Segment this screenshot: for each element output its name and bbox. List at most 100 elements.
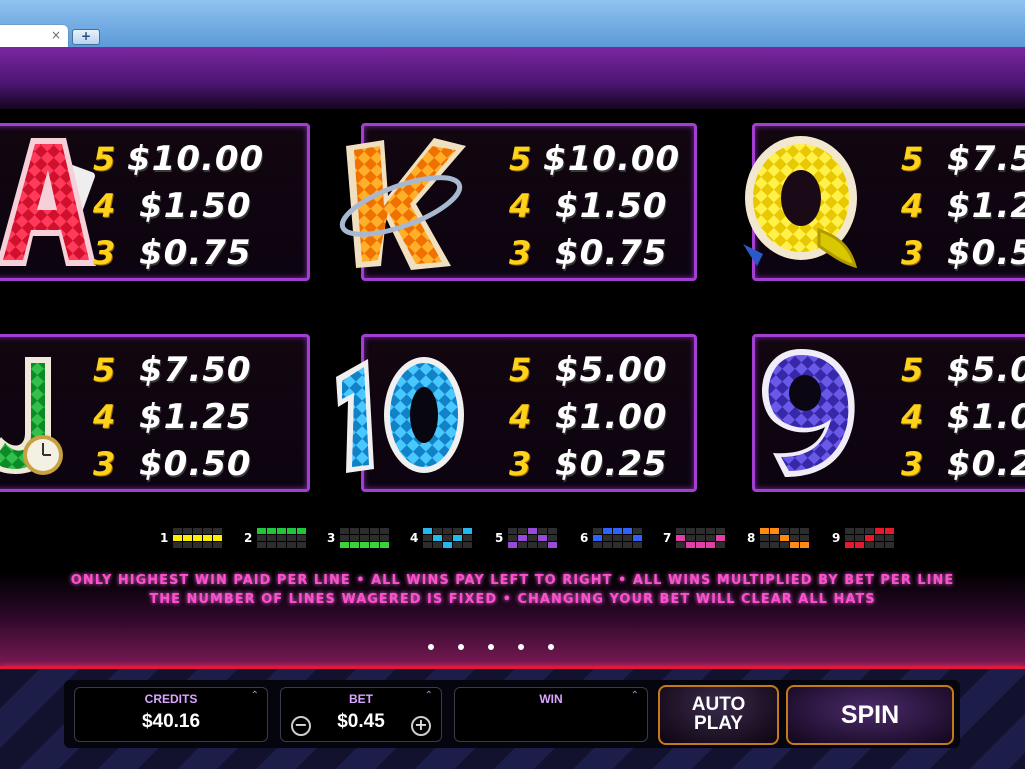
payline-number: 1 [160,531,169,545]
ten-symbol-icon [336,357,464,473]
close-tab-icon[interactable]: × [51,28,61,42]
page-dot[interactable] [548,644,554,650]
payline-cell [183,542,193,548]
payline-9: 9 [832,527,895,549]
match-count: 3 [901,234,924,272]
payline-cell [633,542,643,548]
payline-cell [360,542,370,548]
payline-cell [686,542,696,548]
autoplay-button[interactable]: AUTO PLAY [658,685,779,745]
payline-5: 5 [495,527,558,549]
payout-value: $1.2 [947,186,1025,226]
payout-value: $0.5 [947,233,1025,273]
payline-cell [443,528,453,534]
bet-label: BET [349,692,373,706]
payline-cell [277,535,287,541]
match-count: 5 [509,140,532,178]
payline-cell [633,535,643,541]
payline-cell [257,528,267,534]
payline-cell [433,542,443,548]
credits-value: $40.16 [141,711,201,732]
payline-cell [183,535,193,541]
payline-cell [340,542,350,548]
payline-cell [706,528,716,534]
spin-button[interactable]: SPIN [786,685,954,745]
payline-pattern [257,528,307,548]
expand-icon[interactable]: ⌃ [631,690,639,701]
payline-cell [885,542,895,548]
payline-number: 5 [495,531,504,545]
payline-cell [350,535,360,541]
match-count: 3 [93,234,116,272]
expand-icon[interactable]: ⌃ [425,690,433,701]
payline-cell [528,542,538,548]
payline-cell [370,528,380,534]
expand-icon[interactable]: ⌃ [251,690,259,701]
payline-cell [297,528,307,534]
payline-cell [267,542,277,548]
payline-2: 2 [244,527,307,549]
payout-value: $7.5 [947,139,1025,179]
page-dot[interactable] [518,644,524,650]
payout-value: $0.50 [139,444,252,484]
payline-cell [277,542,287,548]
browser-tab[interactable]: × [0,25,68,47]
page-dot[interactable] [488,644,494,650]
page-dot[interactable] [428,644,434,650]
pay-row: 3 $0.75 [509,233,668,273]
payline-cell [277,528,287,534]
payline-cell [518,528,528,534]
payline-number: 9 [832,531,841,545]
payline-pattern [508,528,558,548]
payline-cell [360,528,370,534]
match-count: 4 [93,398,116,436]
match-count: 5 [901,140,924,178]
payline-cell [193,528,203,534]
payline-cell [193,535,203,541]
payline-cell [297,542,307,548]
payline-cell [380,542,390,548]
payline-cell [875,542,885,548]
payline-cell [845,535,855,541]
payline-cell [453,535,463,541]
page-dot[interactable] [458,644,464,650]
payline-cell [686,528,696,534]
payline-cell [453,528,463,534]
payout-value: $1.50 [555,186,668,226]
payline-cell [716,542,726,548]
payline-cell [528,528,538,534]
payline-cell [518,535,528,541]
payline-number: 6 [580,531,589,545]
pay-card-k: 5 $10.00 4 $1.50 3 $0.75 [339,123,697,281]
autoplay-label-2: PLAY [694,713,743,734]
payline-cell [463,535,473,541]
payline-cell [716,528,726,534]
payline-cell [865,535,875,541]
payline-pattern [760,528,810,548]
payline-cell [885,535,895,541]
game-area: 5 $10.00 4 $1.50 3 $0.75 5 $10.00 4 $1.5… [0,47,1025,769]
payline-cell [800,535,810,541]
payline-cell [845,528,855,534]
payline-cell [508,542,518,548]
payline-8: 8 [747,527,810,549]
payline-cell [623,528,633,534]
win-panel: WIN ⌃ [454,687,648,742]
credits-panel[interactable]: CREDITS ⌃ $40.16 [74,687,268,742]
payline-cell [257,542,267,548]
pay-row: 5 $5.0 [901,350,1025,390]
payline-cell [676,528,686,534]
queen-symbol-icon [743,136,858,269]
browser-tab-bar: × + [0,0,1025,47]
payline-cell [780,535,790,541]
payline-cell [528,535,538,541]
payline-cell [760,535,770,541]
bet-increase-button[interactable]: + [411,716,431,736]
payline-cell [443,542,453,548]
new-tab-button[interactable]: + [72,29,100,45]
payline-cell [193,542,203,548]
payline-cell [686,535,696,541]
payline-cell [297,535,307,541]
payline-7: 7 [663,527,726,549]
payline-cell [548,528,558,534]
